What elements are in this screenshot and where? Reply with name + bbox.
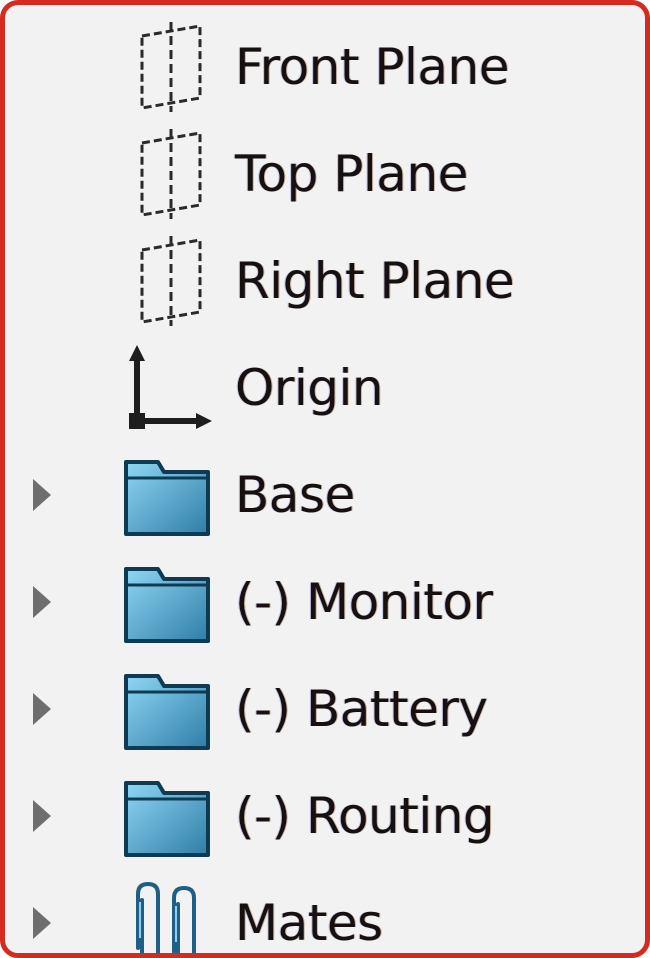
tree-item-label: Top Plane (235, 144, 468, 203)
tree-item-base[interactable]: Base (5, 441, 645, 548)
tree-item-label: Right Plane (235, 251, 515, 310)
tree-item-label: Origin (235, 358, 384, 417)
expand-arrow-icon[interactable] (33, 478, 51, 511)
tree-item-label: (-) Routing (235, 786, 495, 845)
tree-item-right-plane[interactable]: Right Plane (5, 227, 645, 334)
folder-icon (120, 664, 215, 754)
feature-tree-panel: Front Plane Top Plane Right Plane Origin… (0, 0, 650, 958)
tree-item-label: Front Plane (235, 37, 510, 96)
tree-item-battery[interactable]: (-) Battery (5, 655, 645, 762)
plane-icon (120, 21, 215, 112)
expand-arrow-icon[interactable] (33, 692, 51, 725)
folder-icon (120, 557, 215, 647)
tree-item-top-plane[interactable]: Top Plane (5, 120, 645, 227)
expand-arrow-icon[interactable] (33, 585, 51, 618)
plane-icon (120, 128, 215, 219)
tree-item-label: Base (235, 465, 355, 524)
plane-icon (120, 235, 215, 326)
tree-item-routing[interactable]: (-) Routing (5, 762, 645, 869)
tree-item-monitor[interactable]: (-) Monitor (5, 548, 645, 655)
tree-item-label: Mates (235, 893, 383, 952)
folder-icon (120, 450, 215, 540)
expand-arrow-icon[interactable] (33, 799, 51, 832)
tree-item-front-plane[interactable]: Front Plane (5, 13, 645, 120)
tree-item-label: (-) Monitor (235, 572, 493, 631)
folder-icon (120, 771, 215, 861)
tree-item-origin[interactable]: Origin (5, 334, 645, 441)
origin-icon (120, 343, 215, 433)
tree-item-mates[interactable]: Mates (5, 869, 645, 953)
tree-item-label: (-) Battery (235, 679, 488, 738)
paperclip-icon (120, 878, 215, 953)
expand-arrow-icon[interactable] (33, 906, 51, 939)
